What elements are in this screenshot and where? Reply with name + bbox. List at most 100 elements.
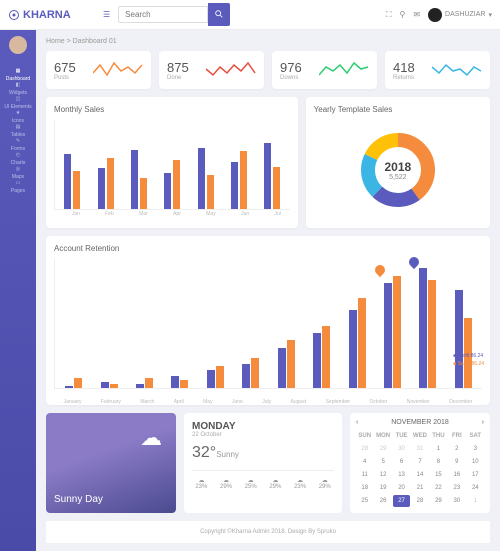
bar-group: [270, 340, 303, 388]
cal-day[interactable]: 1: [467, 495, 484, 507]
cal-day[interactable]: 17: [467, 469, 484, 481]
cal-day[interactable]: 30: [448, 495, 465, 507]
search-wrap: [118, 3, 230, 26]
sidebar-item-maps[interactable]: ◎Maps: [4, 166, 31, 180]
bar-group: [57, 378, 90, 388]
notifications-icon[interactable]: ⚲: [399, 10, 405, 19]
bar: [358, 298, 366, 388]
cal-day[interactable]: 4: [356, 456, 373, 468]
search-icon: [214, 9, 224, 19]
bar: [273, 167, 280, 210]
stat-card: 875Done: [159, 51, 264, 89]
sparkline: [93, 59, 143, 81]
bar-group: [234, 358, 267, 388]
cal-day[interactable]: 18: [356, 482, 373, 494]
weather-detail: MONDAY 22 October 32°Sunny ☁23%☁29%☁25%☁…: [184, 413, 342, 513]
sidebar-item-charts[interactable]: ◴Charts: [4, 152, 31, 166]
chevron-down-icon: ▾: [488, 11, 492, 19]
brand-text: KHARNA: [23, 9, 71, 21]
cal-day[interactable]: 7: [411, 456, 428, 468]
cal-day[interactable]: 28: [356, 443, 373, 455]
search-input[interactable]: [118, 6, 208, 23]
retention-legend: ■ Profit 86.24 ■ Sales 86.24: [453, 352, 484, 368]
cal-day[interactable]: 10: [467, 456, 484, 468]
user-menu[interactable]: DASHUZIAR ▾: [428, 8, 492, 22]
sidebar-icon: ✎: [16, 138, 20, 144]
cal-day[interactable]: 20: [393, 482, 410, 494]
cal-prev[interactable]: ‹: [356, 419, 358, 426]
cal-day[interactable]: 29: [374, 443, 391, 455]
stat-value: 418: [393, 60, 415, 75]
cal-day[interactable]: 5: [374, 456, 391, 468]
sidebar-item-dashboard[interactable]: ▦Dashboard: [4, 68, 31, 82]
retention-card: Account Retention ■ Profit 86.24 ■ Sales…: [46, 236, 490, 405]
bar-group: [59, 154, 85, 209]
bar: [198, 148, 205, 209]
forecast-item: ☁29%: [217, 477, 236, 490]
logo[interactable]: KHARNA: [8, 9, 103, 21]
bar: [65, 386, 73, 388]
cal-day[interactable]: 26: [374, 495, 391, 507]
cal-day[interactable]: 15: [430, 469, 447, 481]
cal-day[interactable]: 24: [467, 482, 484, 494]
cal-day[interactable]: 25: [356, 495, 373, 507]
cal-day[interactable]: 30: [393, 443, 410, 455]
donut-year: 2018: [384, 160, 411, 174]
cal-day[interactable]: 29: [430, 495, 447, 507]
cal-day[interactable]: 22: [430, 482, 447, 494]
cal-day[interactable]: 12: [374, 469, 391, 481]
calendar: ‹ NOVEMBER 2018 › SUNMONTUEWEDTHUFRISAT2…: [350, 413, 490, 513]
sidebar: ▦Dashboard◧Widgets◫UI Elements★Icons▤Tab…: [0, 30, 36, 551]
yearly-title: Yearly Template Sales: [314, 105, 482, 114]
cal-day[interactable]: 19: [374, 482, 391, 494]
expand-icon[interactable]: ⛶: [386, 10, 392, 20]
bar: [240, 151, 247, 209]
search-button[interactable]: [208, 3, 230, 26]
cal-day[interactable]: 13: [393, 469, 410, 481]
sidebar-avatar[interactable]: [9, 36, 27, 54]
cal-day[interactable]: 6: [393, 456, 410, 468]
sidebar-item-widgets[interactable]: ◧Widgets: [4, 82, 31, 96]
bar-group: [159, 160, 185, 209]
sidebar-item-icons[interactable]: ★Icons: [4, 110, 31, 124]
bar: [171, 376, 179, 388]
stat-card: 976Downs: [272, 51, 377, 89]
retention-title: Account Retention: [54, 244, 482, 253]
cal-dow: SUN: [356, 430, 373, 442]
cal-dow: WED: [411, 430, 428, 442]
cal-day[interactable]: 21: [411, 482, 428, 494]
sidebar-item-pages[interactable]: ▭Pages: [4, 180, 31, 194]
monthly-sales-card: Monthly Sales JanFebMarAprMayJunJul: [46, 97, 298, 228]
bar: [393, 276, 401, 388]
cal-day[interactable]: 8: [430, 456, 447, 468]
cal-day[interactable]: 16: [448, 469, 465, 481]
bar-group: [128, 378, 161, 388]
bar: [140, 178, 147, 209]
weather-small-icon: ☁: [192, 477, 211, 484]
cal-day[interactable]: 27: [393, 495, 410, 507]
cal-day[interactable]: 1: [430, 443, 447, 455]
cal-day[interactable]: 14: [411, 469, 428, 481]
weather-small-icon: ☁: [241, 477, 260, 484]
sidebar-item-ui-elements[interactable]: ◫UI Elements: [4, 96, 31, 110]
bar-group: [199, 366, 232, 388]
topbar-right: ⛶ ⚲ ✉ DASHUZIAR ▾: [386, 8, 492, 22]
cal-next[interactable]: ›: [482, 419, 484, 426]
cal-day[interactable]: 9: [448, 456, 465, 468]
cal-day[interactable]: 28: [411, 495, 428, 507]
mail-icon[interactable]: ✉: [413, 10, 420, 19]
cal-day[interactable]: 23: [448, 482, 465, 494]
cal-day[interactable]: 31: [411, 443, 428, 455]
bar: [207, 370, 215, 388]
bar: [216, 366, 224, 388]
sidebar-item-tables[interactable]: ▤Tables: [4, 124, 31, 138]
breadcrumb[interactable]: Home > Dashboard 01: [46, 38, 490, 45]
cal-day[interactable]: 3: [467, 443, 484, 455]
cal-day[interactable]: 11: [356, 469, 373, 481]
menu-toggle-icon[interactable]: ☰: [103, 10, 110, 19]
cal-day[interactable]: 2: [448, 443, 465, 455]
sidebar-item-forms[interactable]: ✎Forms: [4, 138, 31, 152]
bar-group: [92, 158, 118, 209]
stat-card: 675Posts: [46, 51, 151, 89]
forecast-pct: 23%: [291, 484, 310, 490]
